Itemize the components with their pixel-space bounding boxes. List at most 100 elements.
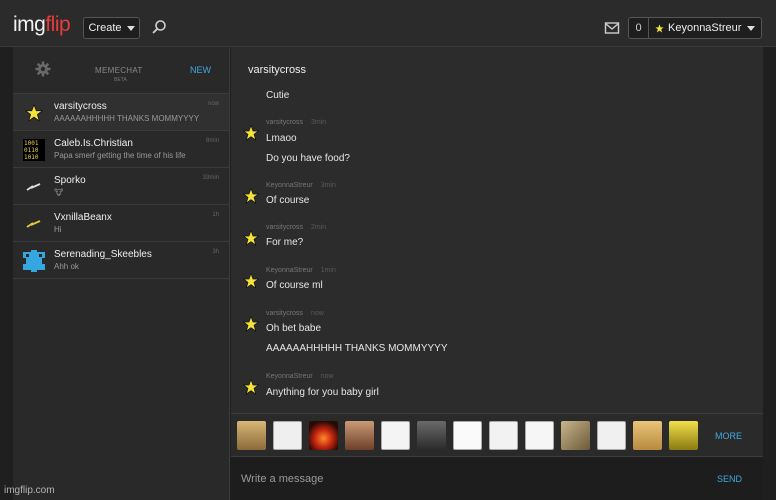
message-meta: varsitycross now [266, 310, 324, 317]
doge-glasses-meme-thumb[interactable] [561, 421, 590, 450]
imgflip-watermark: imgflip.com [4, 485, 55, 496]
binary-avatar-icon: 1001 0110 1010 [23, 139, 45, 161]
chevron-down-icon [747, 25, 756, 31]
send-button[interactable]: SEND [717, 474, 742, 484]
gear-icon[interactable] [35, 61, 51, 77]
me-gusta-meme-thumb[interactable] [453, 421, 482, 450]
chat-item-caleb[interactable]: 1001 0110 1010 Caleb.Is.Christian Papa sme… [13, 131, 229, 168]
message-text: AAAAAAHHHHH THANKS MOMMYYYY [266, 343, 448, 354]
mail-icon[interactable] [604, 20, 620, 36]
logo-flip-text: flip [45, 13, 71, 36]
more-memes-link[interactable]: MORE [715, 431, 742, 441]
create-button[interactable]: Create [83, 17, 140, 39]
message-time: now [310, 310, 324, 317]
imgflip-logo[interactable]: imgflip [13, 13, 71, 37]
star-avatar-icon [243, 273, 259, 289]
new-chat-link[interactable]: NEW [190, 65, 211, 75]
message-meta: KeyonnaStreur 1min [266, 267, 336, 274]
message-text: Oh bet babe [266, 323, 322, 334]
chat-name: VxnillaBeanx [54, 212, 112, 223]
star-avatar-icon [23, 102, 45, 124]
message-text: Cutie [266, 90, 290, 101]
message-time: 3min [310, 119, 327, 126]
message-time: now [320, 373, 334, 380]
message-time: 3min [320, 182, 336, 189]
svg-text:1010: 1010 [24, 154, 39, 161]
memechat-title: MEMECHAT [95, 66, 143, 75]
chat-item-vxnillabeanx[interactable]: VxnillaBeanx Hi 1h [13, 205, 229, 242]
message-author: varsitycross [266, 224, 303, 231]
message-text: For me? [266, 237, 304, 248]
explosion-meme-thumb[interactable] [309, 421, 338, 450]
message-meta: KeyonnaStreur 3min [266, 182, 336, 189]
chat-item-sporko[interactable]: Sporko 🐮 33min [13, 168, 229, 205]
forever-alone-meme-thumb[interactable] [597, 421, 626, 450]
derp-meme-thumb[interactable] [489, 421, 518, 450]
message-text: Of course [266, 195, 310, 206]
message-meta: varsitycross 2min [266, 224, 326, 231]
chat-item-serenading-skeebles[interactable]: Serenading_Skeebles Ahh ok 3h [13, 242, 229, 279]
chat-preview: Ahh ok [54, 262, 79, 271]
trollface-grin-meme-thumb[interactable] [525, 421, 554, 450]
username-label: KeyonnaStreur [668, 22, 742, 34]
chat-name: varsitycross [54, 101, 107, 112]
star-avatar-icon [243, 125, 259, 141]
message-composer: SEND [231, 456, 763, 500]
chevron-down-icon [126, 25, 135, 31]
chat-time: 8min [205, 138, 219, 144]
logo-img-text: img [13, 13, 46, 36]
star-avatar-icon [243, 316, 259, 332]
chat-time: 33min [202, 175, 219, 181]
message-author: varsitycross [266, 310, 303, 317]
message-text: Of course ml [266, 280, 323, 291]
beta-label: BETA [114, 77, 127, 83]
star-icon [655, 23, 664, 32]
message-meta: KeyonnaStreur now [266, 373, 334, 380]
message-text: Do you have food? [266, 153, 350, 164]
chat-preview: AAAAAAHHHHH THANKS MOMMYYYY [54, 114, 200, 123]
doge-meme-thumb[interactable] [633, 421, 662, 450]
chat-preview: Hi [54, 225, 62, 234]
chat-preview: 🐮 [54, 188, 64, 197]
message-time: 1min [320, 267, 336, 274]
jesus-meme-thumb[interactable] [345, 421, 374, 450]
spongebob-meme-thumb[interactable] [669, 421, 698, 450]
pixel-avatar-icon [23, 250, 45, 272]
message-author: varsitycross [266, 119, 303, 126]
star-avatar-icon [243, 188, 259, 204]
message-time: 2min [310, 224, 327, 231]
message-author: KeyonnaStreur [266, 182, 313, 189]
user-menu[interactable]: 0 KeyonnaStreur [628, 17, 762, 39]
message-input[interactable] [241, 469, 681, 489]
search-icon[interactable] [151, 19, 167, 35]
dark-meme-thumb[interactable] [417, 421, 446, 450]
chat-name: Caleb.Is.Christian [54, 138, 133, 149]
bolt-avatar-icon [23, 213, 45, 235]
notification-count[interactable]: 0 [629, 18, 649, 38]
bolt-avatar-icon [23, 176, 45, 198]
svg-text:1001: 1001 [24, 140, 39, 147]
chat-time: now [207, 101, 219, 107]
create-label: Create [88, 22, 122, 34]
rage-face-meme-thumb[interactable] [381, 421, 410, 450]
chat-name: Sporko [54, 175, 86, 186]
chat-name: Serenading_Skeebles [54, 249, 152, 260]
message-text: Lmaoo [266, 133, 297, 144]
message-text: Anything for you baby girl [266, 387, 379, 398]
memechat-header: MEMECHAT BETA NEW [13, 47, 229, 94]
memechat-sidebar: MEMECHAT BETA NEW varsitycross AAAAAAHHH… [13, 47, 230, 500]
conversation-title: varsitycross [248, 64, 307, 76]
svg-text:0110: 0110 [24, 147, 39, 154]
cat-meme-thumb[interactable] [237, 421, 266, 450]
message-meta: varsitycross 3min [266, 119, 326, 126]
star-avatar-icon [243, 230, 259, 246]
star-avatar-icon [243, 379, 259, 395]
top-navbar: imgflip Create 0 KeyonnaStreur [0, 0, 776, 47]
chat-time: 3h [212, 249, 219, 255]
message-author: KeyonnaStreur [266, 373, 313, 380]
chat-item-varsitycross[interactable]: varsitycross AAAAAAHHHHH THANKS MOMMYYYY… [13, 94, 229, 131]
troll-face-meme-thumb[interactable] [273, 421, 302, 450]
meme-picker-bar: MORE [231, 413, 763, 456]
chat-time: 1h [212, 212, 219, 218]
chat-preview: Papa smerf getting the time of his life [54, 151, 186, 160]
